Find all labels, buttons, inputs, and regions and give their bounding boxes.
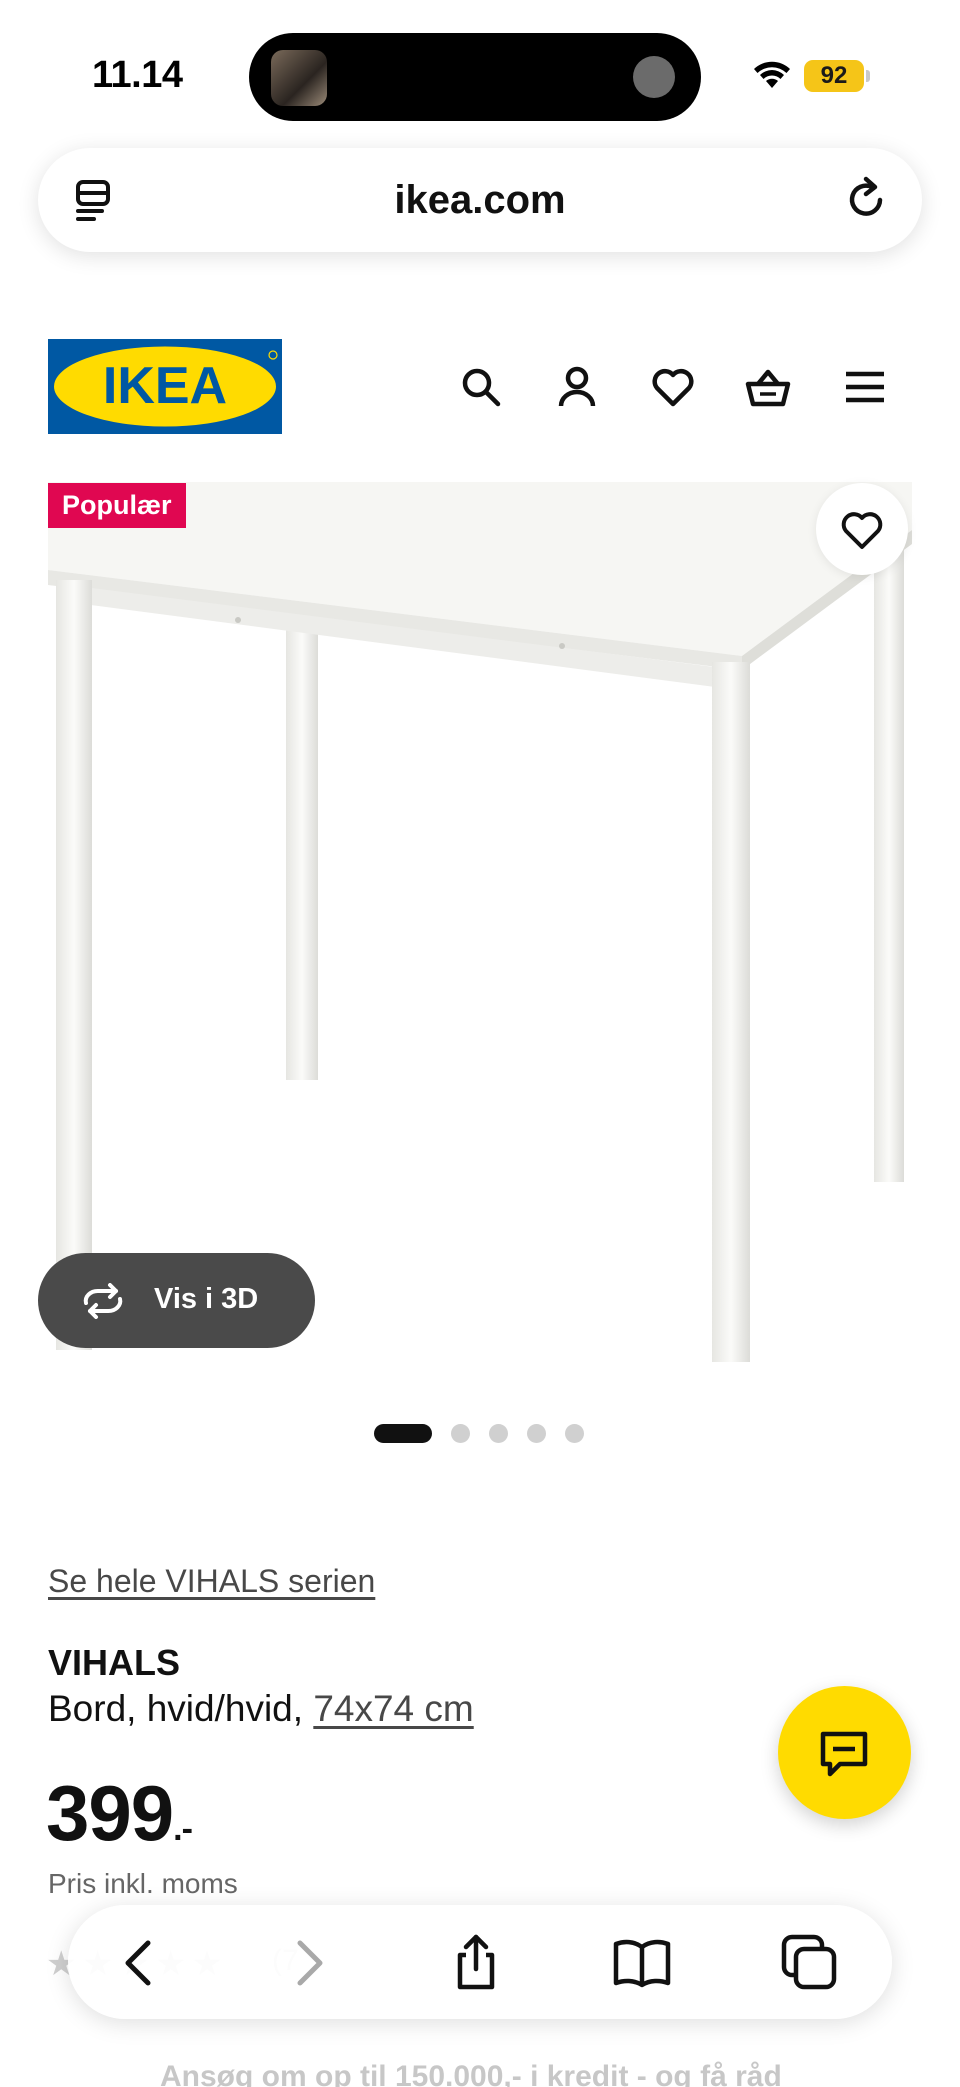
share-icon[interactable] bbox=[446, 1933, 506, 1993]
status-bar: 11.14 92 bbox=[0, 0, 960, 150]
add-to-favourites-button[interactable] bbox=[816, 483, 908, 575]
heart-icon[interactable] bbox=[650, 364, 696, 410]
search-icon[interactable] bbox=[458, 364, 504, 410]
account-icon[interactable] bbox=[554, 364, 600, 410]
popular-badge: Populær bbox=[48, 483, 186, 528]
address-bar[interactable]: ikea.com bbox=[38, 148, 922, 252]
series-link[interactable]: Se hele VIHALS serien bbox=[48, 1563, 375, 1600]
battery-nub bbox=[866, 70, 870, 82]
carousel-dot[interactable] bbox=[489, 1424, 508, 1443]
svg-text:IKEA: IKEA bbox=[103, 357, 227, 415]
menu-icon[interactable] bbox=[842, 364, 888, 410]
price-value: 399 bbox=[46, 1769, 174, 1857]
chat-button[interactable] bbox=[778, 1686, 911, 1819]
basket-icon[interactable] bbox=[745, 364, 791, 410]
product-price: 399.- bbox=[46, 1768, 193, 1859]
url-text[interactable]: ikea.com bbox=[38, 178, 922, 223]
product-image[interactable] bbox=[48, 482, 912, 1382]
forward-icon[interactable] bbox=[278, 1933, 338, 1993]
product-description: Bord, hvid/hvid, 74x74 cm bbox=[48, 1688, 474, 1730]
price-suffix: .- bbox=[173, 1810, 193, 1848]
view-in-3d-label: Vis i 3D bbox=[154, 1283, 259, 1315]
ikea-logo[interactable]: IKEA bbox=[48, 339, 282, 434]
chat-icon bbox=[820, 1731, 868, 1777]
product-name: VIHALS bbox=[48, 1642, 181, 1683]
carousel-dot-active[interactable] bbox=[374, 1424, 432, 1443]
battery-indicator: 92 bbox=[804, 60, 864, 92]
carousel-dot[interactable] bbox=[565, 1424, 584, 1443]
product-dimensions-link[interactable]: 74x74 cm bbox=[313, 1688, 473, 1729]
tabs-icon[interactable] bbox=[780, 1933, 840, 1993]
island-indicator-icon bbox=[633, 56, 675, 98]
carousel-dot[interactable] bbox=[451, 1424, 470, 1443]
price-note: Pris inkl. moms bbox=[48, 1868, 238, 1899]
status-time: 11.14 bbox=[92, 54, 183, 96]
heart-icon bbox=[841, 512, 883, 549]
bookmarks-icon[interactable] bbox=[612, 1933, 672, 1993]
dynamic-island[interactable] bbox=[249, 33, 701, 121]
rotate-3d-icon bbox=[83, 1283, 123, 1319]
ikea-logo-mark: IKEA bbox=[54, 346, 278, 427]
credit-banner-text[interactable]: Ansøg om op til 150.000,- i kredit - og … bbox=[160, 2060, 782, 2087]
product-description-text: Bord, hvid/hvid, bbox=[48, 1688, 304, 1729]
back-icon[interactable] bbox=[110, 1933, 170, 1993]
wifi-icon bbox=[754, 61, 790, 88]
browser-toolbar bbox=[68, 1905, 892, 2019]
reload-icon[interactable] bbox=[844, 176, 890, 222]
now-playing-thumbnail bbox=[271, 50, 327, 106]
carousel-dot[interactable] bbox=[527, 1424, 546, 1443]
view-in-3d-button[interactable]: Vis i 3D bbox=[38, 1253, 315, 1348]
